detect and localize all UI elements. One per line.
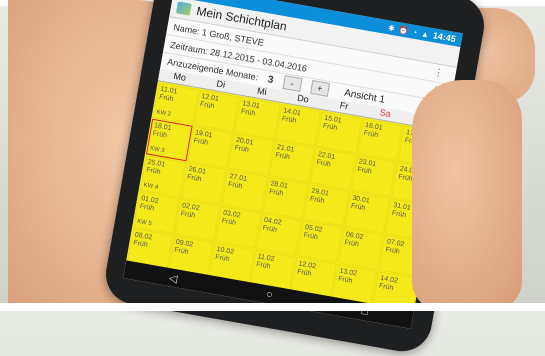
calendar-day-cell[interactable]: 16.01 Früh xyxy=(357,118,404,161)
right-hand xyxy=(412,80,522,311)
calendar-day-cell[interactable]: 28.01 Früh xyxy=(262,176,309,220)
calendar-day-cell[interactable]: 15.01 Früh xyxy=(316,111,363,154)
calendar-day-cell[interactable]: 02.02 Früh xyxy=(174,198,221,242)
calendar-day-cell[interactable]: 14.01 Früh xyxy=(275,103,322,147)
calendar-day-cell[interactable]: 19.01 Früh xyxy=(186,125,234,169)
wifi-icon: ◔ xyxy=(411,27,419,37)
calendar-day-cell[interactable]: 05.02 Früh xyxy=(296,220,344,263)
calendar-day-cell[interactable]: 03.02 Früh xyxy=(215,206,262,249)
calendar-day-cell[interactable]: KW 5 01.02 Früh xyxy=(133,191,180,235)
alarm-icon: ⏰ xyxy=(398,24,410,36)
calendar-day-cell[interactable]: 04.02 Früh xyxy=(255,213,303,256)
calendar-day-cell[interactable]: KW 4 25.01 Früh xyxy=(139,155,186,198)
week-number: KW 2 xyxy=(155,109,172,118)
home-icon[interactable]: ○ xyxy=(265,288,274,301)
calendar-day-cell[interactable]: 29.01 Früh xyxy=(303,184,350,227)
calendar-day-cell[interactable]: 06.02 Früh xyxy=(337,227,385,271)
week-number: KW 4 xyxy=(143,182,159,191)
app-logo-icon xyxy=(175,1,192,16)
calendar-day-cell[interactable]: 30.01 Früh xyxy=(344,191,391,234)
back-icon[interactable]: ◁ xyxy=(168,271,179,285)
bluetooth-icon: ✱ xyxy=(387,22,396,33)
bottom-border xyxy=(0,303,545,311)
calendar-day-cell[interactable]: 23.01 Früh xyxy=(350,154,397,198)
calendar-day-cell[interactable]: 13.01 Früh xyxy=(234,96,281,140)
calendar-day-cell[interactable]: KW 2 11.01 Früh xyxy=(152,82,199,125)
week-number: KW 3 xyxy=(149,145,165,155)
signal-icon: ▲ xyxy=(420,28,430,39)
calendar-day-cell[interactable]: 26.01 Früh xyxy=(180,162,227,205)
calendar-day-cell[interactable]: 21.01 Früh xyxy=(268,140,316,183)
calendar-day-cell[interactable]: 20.01 Früh xyxy=(227,133,275,176)
months-value[interactable]: 3 xyxy=(267,74,274,86)
calendar-day-cell[interactable]: 12.01 Früh xyxy=(193,89,240,133)
more-options-icon[interactable]: ⋮ xyxy=(433,67,445,80)
calendar-day-cell[interactable]: 27.01 Früh xyxy=(221,169,268,213)
calendar-day-cell[interactable]: KW 3 18.01 Früh xyxy=(146,118,193,162)
week-number: KW 5 xyxy=(136,218,153,228)
calendar-day-cell[interactable]: 22.01 Früh xyxy=(309,147,356,191)
